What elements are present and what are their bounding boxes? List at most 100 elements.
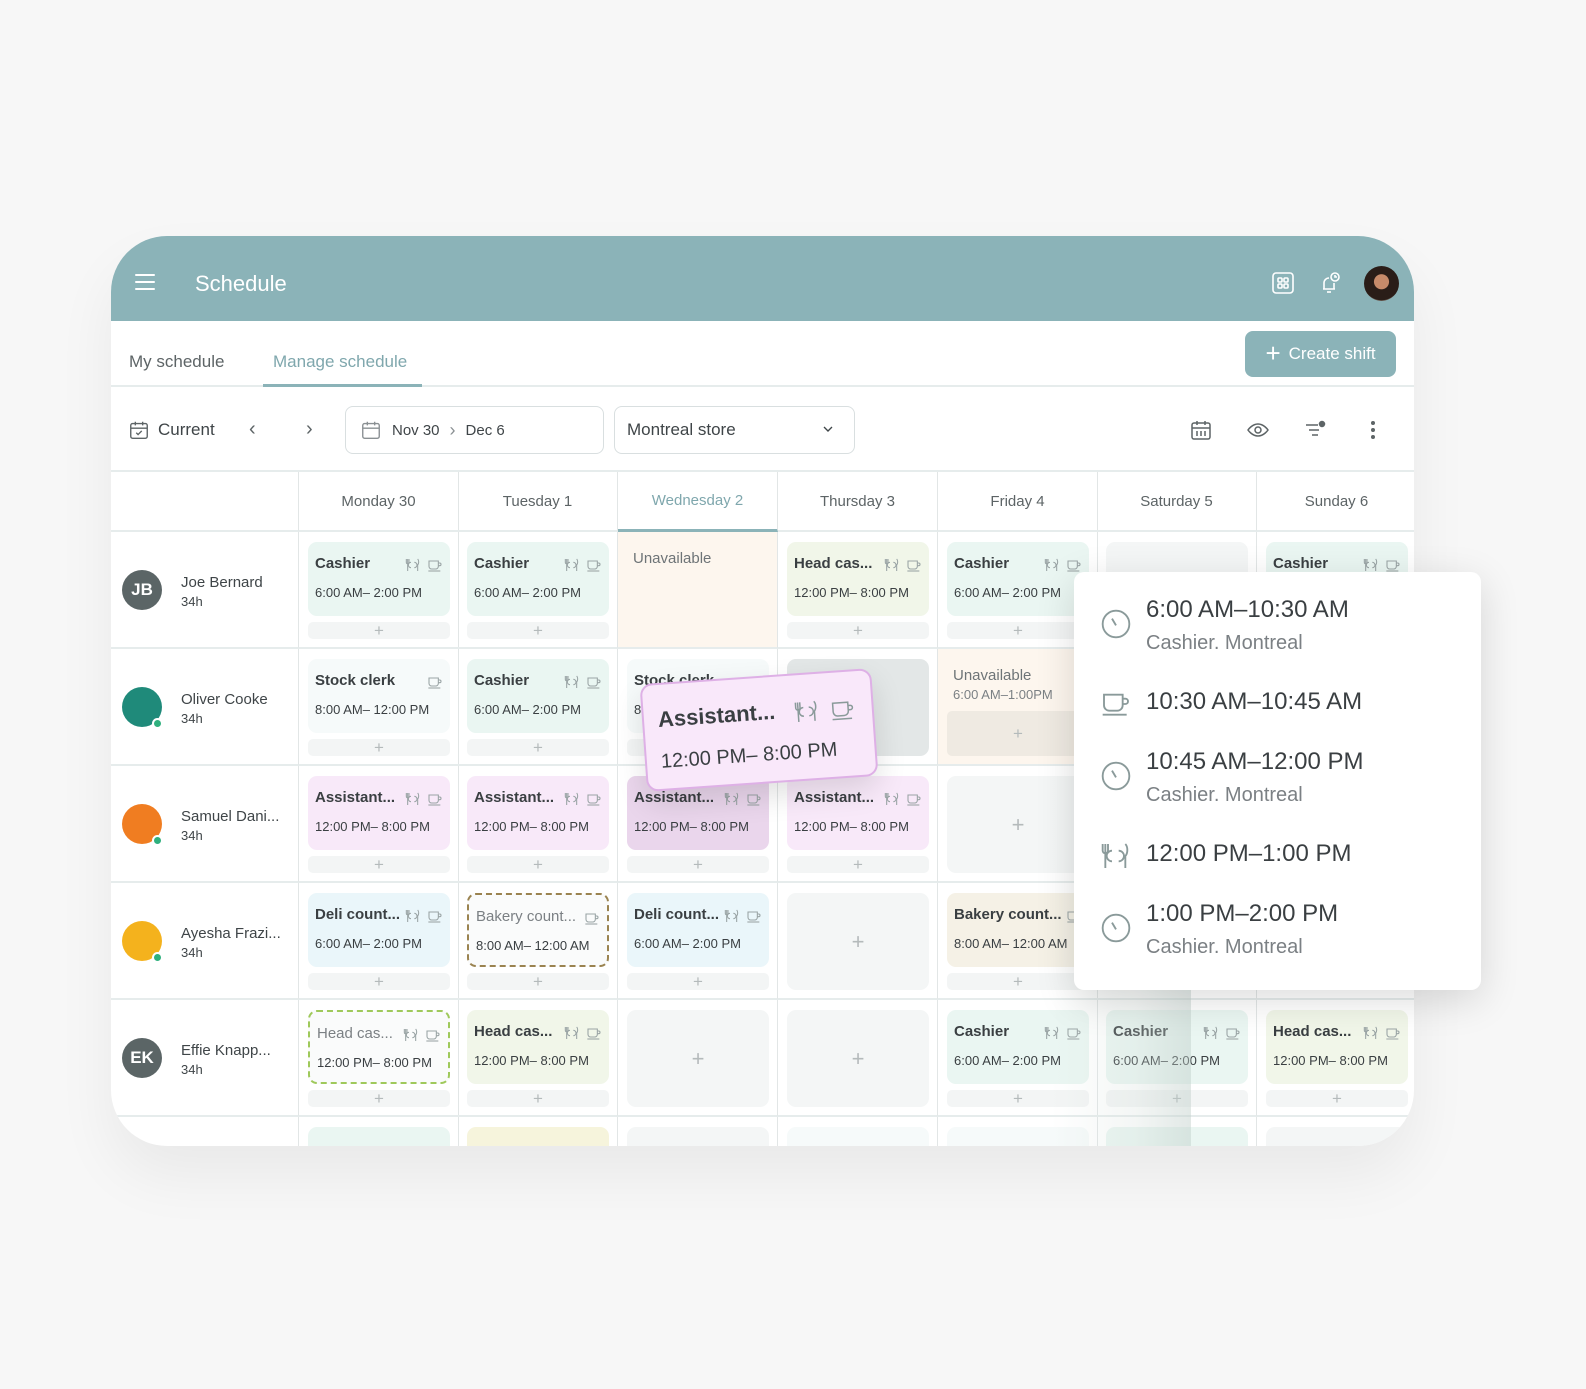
add-shift-button[interactable]: +	[308, 1090, 450, 1107]
shift-card[interactable]: Cashier 6:00 AM– 2:00 PM	[1106, 1010, 1248, 1084]
schedule-cell[interactable]: +	[778, 883, 938, 1000]
add-shift-button[interactable]: +	[467, 622, 609, 639]
next-week-button[interactable]: ›	[306, 418, 313, 441]
shift-card[interactable]	[1266, 1127, 1408, 1146]
user-avatar[interactable]	[1364, 266, 1399, 301]
schedule-cell[interactable]: Cashier 6:00 AM– 2:00 PM +	[938, 1000, 1098, 1117]
schedule-cell[interactable]: Bakery count... 8:00 AM– 12:00 AM +	[458, 883, 618, 1000]
dragging-shift-card[interactable]: Assistant... 12:00 PM– 8:00 PM	[639, 668, 879, 792]
shift-card[interactable]: Cashier 6:00 AM– 2:00 PM	[947, 1010, 1089, 1084]
shift-card[interactable]: Cashier 6:00 AM– 2:00 PM	[947, 542, 1089, 616]
add-shift-button[interactable]: +	[947, 1090, 1089, 1107]
add-shift-button[interactable]: +	[947, 711, 1089, 756]
schedule-cell[interactable]: Head cas... 12:00 PM– 8:00 PM +	[299, 1000, 459, 1117]
shift-card[interactable]: Bakery count... 8:00 AM– 12:00 AM	[467, 893, 609, 967]
schedule-cell[interactable]: Cashier 6:00 AM– 2:00 PM +	[299, 532, 459, 649]
add-shift-button[interactable]: +	[1266, 1090, 1408, 1107]
previous-week-button[interactable]: ‹	[249, 418, 256, 441]
add-shift-button[interactable]: +	[308, 856, 450, 873]
shift-card[interactable]	[787, 1127, 929, 1146]
add-shift-button[interactable]: +	[467, 739, 609, 756]
current-week-button[interactable]: Current	[128, 419, 215, 441]
add-shift-button[interactable]: +	[627, 856, 769, 873]
add-shift-button[interactable]: +	[947, 776, 1089, 873]
shift-card[interactable]: Cashier 6:00 AM– 2:00 PM	[308, 542, 450, 616]
menu-icon[interactable]	[135, 274, 155, 290]
schedule-cell[interactable]: +	[778, 1000, 938, 1117]
employee-row-header[interactable]	[111, 1117, 299, 1146]
shift-card[interactable]: Assistant... 12:00 PM– 8:00 PM	[308, 776, 450, 850]
schedule-cell[interactable]: Cashier 6:00 AM– 2:00 PM +	[458, 649, 618, 766]
add-shift-button[interactable]: +	[787, 856, 929, 873]
add-shift-button[interactable]: +	[467, 856, 609, 873]
add-shift-button[interactable]: +	[787, 893, 929, 990]
shift-card[interactable]	[467, 1127, 609, 1146]
shift-card[interactable]: Cashier 6:00 AM– 2:00 PM	[467, 659, 609, 733]
eye-icon[interactable]	[1246, 418, 1270, 442]
schedule-cell[interactable]	[299, 1117, 459, 1146]
day-header[interactable]: Friday 4	[938, 472, 1098, 532]
schedule-cell[interactable]: Deli count... 6:00 AM– 2:00 PM +	[299, 883, 459, 1000]
day-header[interactable]: Tuesday 1	[458, 472, 618, 532]
schedule-cell[interactable]	[1257, 1117, 1414, 1146]
shift-card[interactable]: Head cas... 12:00 PM– 8:00 PM	[308, 1010, 450, 1084]
tab-manage-schedule[interactable]: Manage schedule	[273, 352, 407, 372]
day-header[interactable]: Thursday 3	[778, 472, 938, 532]
employee-row-header[interactable]: Ayesha Frazi... 34h	[111, 883, 299, 1000]
schedule-cell[interactable]	[1097, 1117, 1257, 1146]
shift-card[interactable]: Bakery count... 8:00 AM– 12:00 AM	[947, 893, 1089, 967]
schedule-cell[interactable]	[938, 1117, 1098, 1146]
add-shift-button[interactable]: +	[467, 973, 609, 990]
add-shift-button[interactable]: +	[787, 1010, 929, 1107]
schedule-cell[interactable]: Stock clerk 8:00 AM– 12:00 PM +	[299, 649, 459, 766]
add-shift-button[interactable]: +	[308, 622, 450, 639]
tab-my-schedule[interactable]: My schedule	[129, 352, 224, 372]
shift-card[interactable]: Deli count... 6:00 AM– 2:00 PM	[308, 893, 450, 967]
add-shift-button[interactable]: +	[308, 973, 450, 990]
schedule-cell[interactable]	[618, 1117, 778, 1146]
day-header[interactable]: Wednesday 2	[618, 472, 778, 532]
schedule-cell[interactable]: Unavailable	[618, 532, 778, 649]
employee-row-header[interactable]: EK Effie Knapp... 34h	[111, 1000, 299, 1117]
day-header[interactable]: Monday 30	[299, 472, 459, 532]
shift-card[interactable]	[1106, 1127, 1248, 1146]
filter-icon[interactable]	[1303, 418, 1327, 442]
day-header[interactable]: Saturday 5	[1097, 472, 1257, 532]
calendar-view-icon[interactable]	[1189, 418, 1213, 442]
schedule-cell[interactable]	[458, 1117, 618, 1146]
shift-card[interactable]: Stock clerk 8:00 AM– 12:00 PM	[308, 659, 450, 733]
schedule-cell[interactable]: Assistant... 12:00 PM– 8:00 PM +	[299, 766, 459, 883]
schedule-cell[interactable]: Cashier 6:00 AM– 2:00 PM +	[1097, 1000, 1257, 1117]
apps-grid-icon[interactable]	[1271, 271, 1295, 295]
create-shift-button[interactable]: + Create shift	[1245, 331, 1396, 377]
day-header[interactable]: Sunday 6	[1257, 472, 1414, 532]
shift-card[interactable]: Assistant... 12:00 PM– 8:00 PM	[787, 776, 929, 850]
schedule-cell[interactable]: Cashier 6:00 AM– 2:00 PM +	[458, 532, 618, 649]
shift-card[interactable]: Head cas... 12:00 PM– 8:00 PM	[467, 1010, 609, 1084]
add-shift-button[interactable]: +	[947, 622, 1089, 639]
shift-card[interactable]	[947, 1127, 1089, 1146]
schedule-cell[interactable]: Deli count... 6:00 AM– 2:00 PM +	[618, 883, 778, 1000]
schedule-cell[interactable]: Head cas... 12:00 PM– 8:00 PM +	[1257, 1000, 1414, 1117]
shift-card[interactable]: Deli count... 6:00 AM– 2:00 PM	[627, 893, 769, 967]
add-shift-button[interactable]: +	[627, 1010, 769, 1107]
shift-card[interactable]: Cashier 6:00 AM– 2:00 PM	[467, 542, 609, 616]
schedule-cell[interactable]: Assistant... 12:00 PM– 8:00 PM +	[458, 766, 618, 883]
schedule-cell[interactable]: +	[618, 1000, 778, 1117]
schedule-cell[interactable]: Assistant... 12:00 PM– 8:00 PM +	[778, 766, 938, 883]
shift-card[interactable]	[627, 1127, 769, 1146]
add-shift-button[interactable]: +	[1106, 1090, 1248, 1107]
employee-row-header[interactable]: Oliver Cooke 34h	[111, 649, 299, 766]
add-shift-button[interactable]: +	[787, 622, 929, 639]
add-shift-button[interactable]: +	[467, 1090, 609, 1107]
bell-clock-icon[interactable]	[1318, 271, 1342, 295]
date-range-picker[interactable]: Nov 30 › Dec 6	[345, 406, 604, 454]
employee-row-header[interactable]: JB Joe Bernard 34h	[111, 532, 299, 649]
add-shift-button[interactable]: +	[627, 973, 769, 990]
shift-card[interactable]	[308, 1127, 450, 1146]
shift-card[interactable]: Assistant... 12:00 PM– 8:00 PM	[467, 776, 609, 850]
schedule-cell[interactable]	[778, 1117, 938, 1146]
add-shift-button[interactable]: +	[308, 739, 450, 756]
schedule-cell[interactable]: Head cas... 12:00 PM– 8:00 PM +	[778, 532, 938, 649]
store-select[interactable]: Montreal store	[614, 406, 855, 454]
